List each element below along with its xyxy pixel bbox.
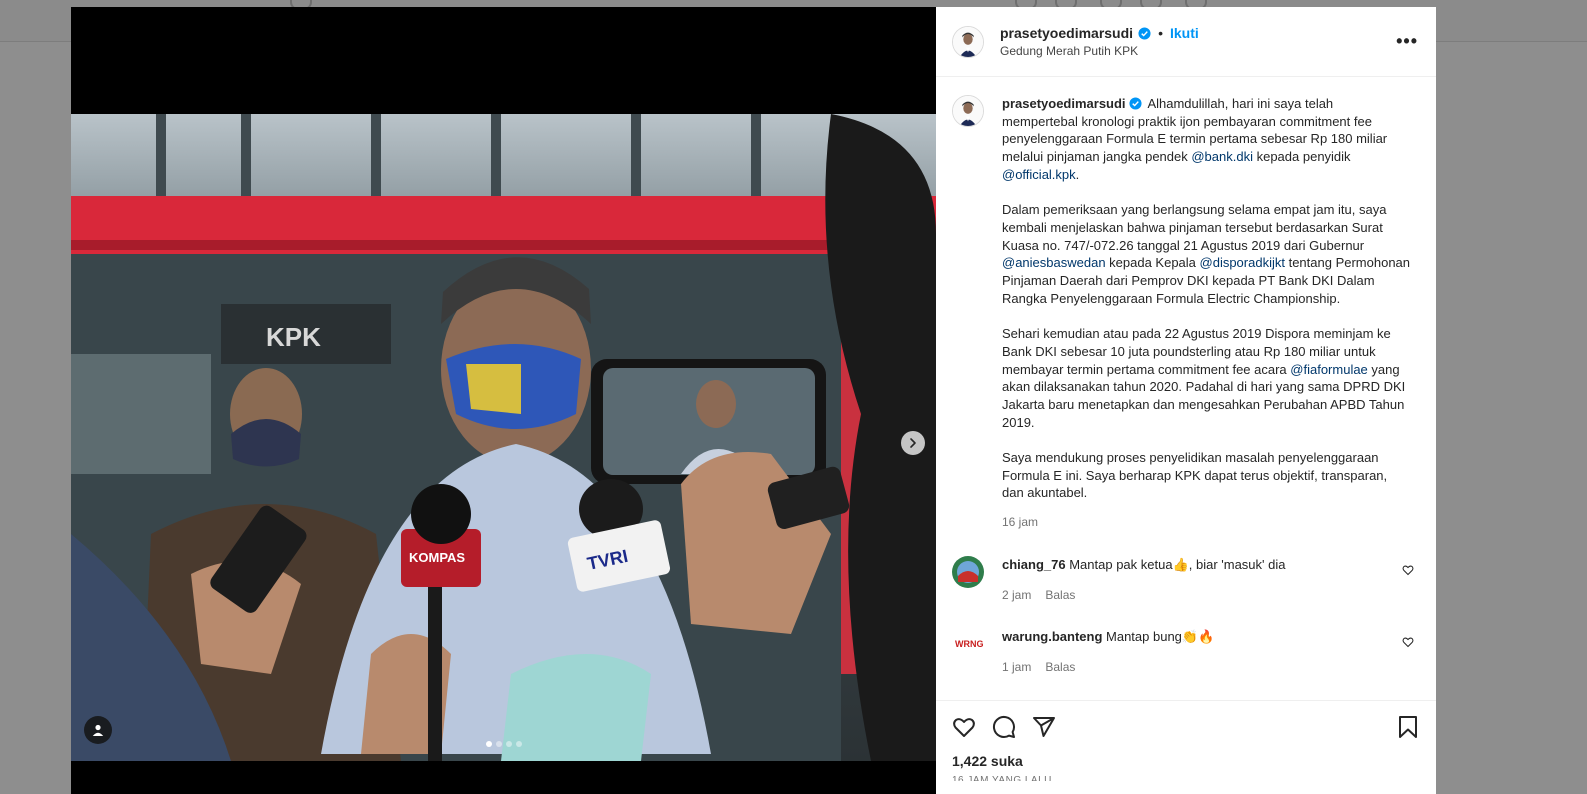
caption-paragraph: Sehari kemudian atau pada 22 Agustus 201…	[1002, 325, 1412, 431]
svg-text:KOMPAS: KOMPAS	[409, 550, 465, 565]
caption-text-part: Dalam pemeriksaan yang berlangsung selam…	[1002, 202, 1387, 253]
avatar-image	[952, 555, 984, 588]
mention-link[interactable]: @official.kpk	[1002, 167, 1076, 182]
comment-item: chiang_76 Mantap pak ketua👍, biar 'masuk…	[952, 555, 1420, 604]
follow-button[interactable]: Ikuti	[1170, 25, 1199, 41]
header-separator: •	[1158, 25, 1163, 41]
mention-link[interactable]: @fiaformulae	[1290, 362, 1368, 377]
reply-button[interactable]: Balas	[1045, 587, 1075, 604]
carousel-indicator	[486, 741, 522, 747]
comment-like-icon[interactable]	[1402, 636, 1414, 648]
likes-count[interactable]: 1,422 suka	[952, 753, 1420, 769]
author-username[interactable]: prasetyoedimarsudi	[1000, 25, 1133, 41]
more-options-button[interactable]: •••	[1396, 31, 1418, 52]
svg-text:KPK: KPK	[266, 322, 321, 352]
caption-paragraph: prasetyoedimarsudi Alhamdulillah, hari i…	[1002, 95, 1412, 184]
verified-badge-icon	[1129, 97, 1142, 110]
comment-meta: 2 jam Balas	[1002, 587, 1382, 604]
comment-time[interactable]: 1 jam	[1002, 659, 1031, 676]
post-time[interactable]: 16 jam	[1002, 514, 1412, 532]
post-actions: 1,422 suka 16 JAM YANG LALU	[936, 700, 1436, 794]
comment-meta: 1 jam Balas	[1002, 659, 1382, 676]
caption-paragraph: Saya mendukung proses penyelidikan masal…	[1002, 450, 1388, 501]
caption-text: prasetyoedimarsudi Alhamdulillah, hari i…	[1002, 95, 1412, 532]
commenter-username[interactable]: chiang_76	[1002, 557, 1066, 572]
post-media: KPK KOMPAS TVRI	[71, 7, 936, 794]
reply-button[interactable]: Balas	[1045, 659, 1075, 676]
next-image-button[interactable]	[901, 431, 925, 455]
mention-link[interactable]: @aniesbaswedan	[1002, 255, 1106, 270]
author-avatar[interactable]	[952, 25, 984, 58]
caption-text-part: kepada Kepala	[1105, 255, 1200, 271]
post-location[interactable]: Gedung Merah Putih KPK	[1000, 44, 1199, 58]
mention-link[interactable]: @bank.dki	[1191, 149, 1253, 164]
header-text: prasetyoedimarsudi • Ikuti Gedung Merah …	[1000, 25, 1199, 58]
caption-text-part: kepada penyidik	[1252, 149, 1351, 165]
commenter-avatar[interactable]	[952, 555, 984, 588]
user-tag-icon	[92, 724, 104, 736]
caption-paragraph: Dalam pemeriksaan yang berlangsung selam…	[1002, 201, 1412, 307]
comment-icon[interactable]	[992, 715, 1016, 739]
mention-link[interactable]: @disporadkijkt	[1200, 255, 1285, 270]
comment-body: chiang_76 Mantap pak ketua👍, biar 'masuk…	[1002, 556, 1382, 604]
post-photo: KPK KOMPAS TVRI	[71, 114, 936, 761]
post-date[interactable]: 16 JAM YANG LALU	[952, 775, 1420, 781]
caption: prasetyoedimarsudi Alhamdulillah, hari i…	[952, 95, 1420, 532]
post-comments-scroll[interactable]: prasetyoedimarsudi Alhamdulillah, hari i…	[936, 77, 1436, 700]
comment-like-icon[interactable]	[1402, 564, 1414, 576]
verified-badge-icon	[1138, 26, 1151, 40]
comment-text: Mantap bung👏🔥	[1106, 628, 1215, 644]
tagged-users-button[interactable]	[84, 716, 112, 744]
svg-text:WRNG: WRNG	[955, 639, 984, 649]
commenter-avatar[interactable]: WRNG	[952, 627, 984, 660]
post-header: prasetyoedimarsudi • Ikuti Gedung Merah …	[936, 7, 1436, 77]
press-photo-illustration: KPK KOMPAS TVRI	[71, 114, 936, 761]
chevron-right-icon	[910, 438, 916, 448]
carousel-dot	[506, 741, 512, 747]
caption-avatar[interactable]	[952, 95, 984, 127]
carousel-dot	[516, 741, 522, 747]
carousel-dot-active	[486, 741, 492, 747]
post-modal: KPK KOMPAS TVRI prasetyoedimarsudi • Iku…	[71, 7, 1436, 794]
carousel-dot	[496, 741, 502, 747]
avatar-image	[953, 26, 983, 57]
bookmark-icon[interactable]	[1396, 715, 1420, 739]
caption-username[interactable]: prasetyoedimarsudi	[1002, 96, 1126, 111]
paper-plane-icon[interactable]	[1032, 715, 1056, 739]
comment-body: warung.banteng Mantap bung👏🔥 1 jam Balas	[1002, 628, 1382, 676]
caption-text-part: .	[1075, 166, 1080, 182]
heart-icon[interactable]	[952, 715, 976, 739]
action-icons	[952, 711, 1420, 743]
avatar-image	[953, 96, 983, 126]
header-line: prasetyoedimarsudi • Ikuti	[1000, 25, 1199, 41]
comment-item: WRNG warung.banteng Mantap bung👏🔥 1 jam …	[952, 627, 1420, 676]
commenter-username[interactable]: warung.banteng	[1002, 629, 1102, 644]
post-details-panel: prasetyoedimarsudi • Ikuti Gedung Merah …	[936, 7, 1436, 794]
comment-text: Mantap pak ketua👍, biar 'masuk' dia	[1069, 556, 1286, 572]
comment-time[interactable]: 2 jam	[1002, 587, 1031, 604]
avatar-image: WRNG	[952, 627, 984, 660]
